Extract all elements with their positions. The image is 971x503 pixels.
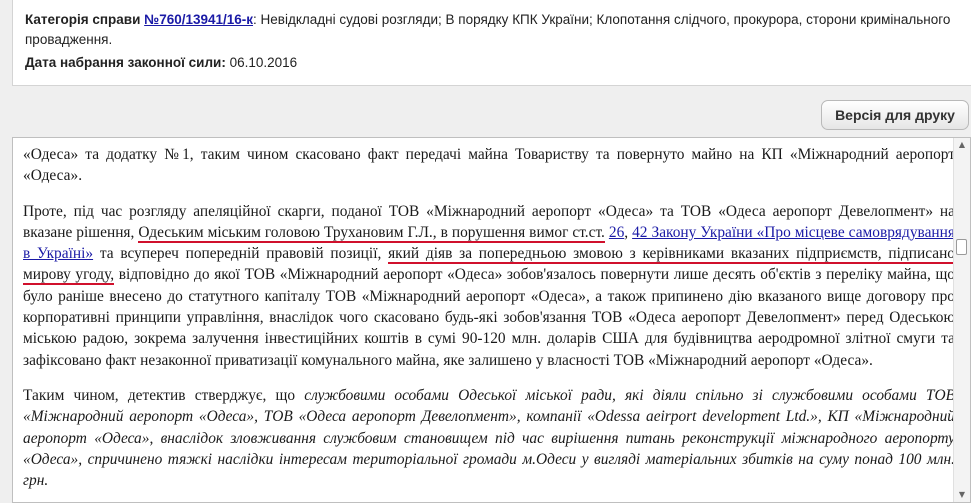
document-text-panel: «Одеса» та додатку №1, таким чином скасо… (12, 137, 971, 503)
paragraph-2: Проте, під час розгляду апеляційної скар… (23, 201, 955, 371)
scroll-up-arrow-icon[interactable]: ▲ (954, 138, 970, 152)
text-span: та всупереч попередній правовій позиції, (93, 245, 389, 263)
effective-date-line: Дата набрання законної сили: 06.10.2016 (25, 53, 297, 73)
effective-date-label: Дата набрання законної сили: (25, 55, 226, 70)
case-number-link[interactable]: №760/13941/16-к (144, 12, 253, 27)
text-span: , (624, 223, 633, 241)
category-text: : Невідкладні судові розгляди; В порядку… (253, 12, 951, 27)
document-content: «Одеса» та додатку №1, таким чином скасо… (23, 144, 955, 502)
vertical-scrollbar[interactable]: ▲ ▼ (953, 138, 970, 502)
text-span: відповідно до якої ТОВ «Міжнародний аеро… (23, 266, 956, 369)
scrollbar-thumb[interactable] (956, 239, 967, 255)
scroll-down-arrow-icon[interactable]: ▼ (954, 488, 970, 502)
text-span: Таким чином, детектив стверджує, що (23, 386, 305, 404)
category-text-2: провадження. (25, 32, 113, 47)
category-line-2: провадження. (25, 30, 112, 50)
case-meta-panel: Категорія справи №760/13941/16-к: Невідк… (12, 0, 971, 86)
category-line: Категорія справи №760/13941/16-к: Невідк… (25, 10, 950, 30)
paragraph-3: Таким чином, детектив стверджує, що служ… (23, 385, 955, 491)
print-version-button[interactable]: Версія для друку (821, 100, 969, 130)
law-article-link-26[interactable]: 26 (609, 224, 624, 241)
highlighted-text: Одеським міським головою Трухановим Г.Л.… (138, 223, 605, 243)
category-label: Категорія справи (25, 12, 141, 27)
effective-date-value: 06.10.2016 (229, 55, 298, 70)
paragraph-1: «Одеса» та додатку №1, таким чином скасо… (23, 146, 955, 185)
